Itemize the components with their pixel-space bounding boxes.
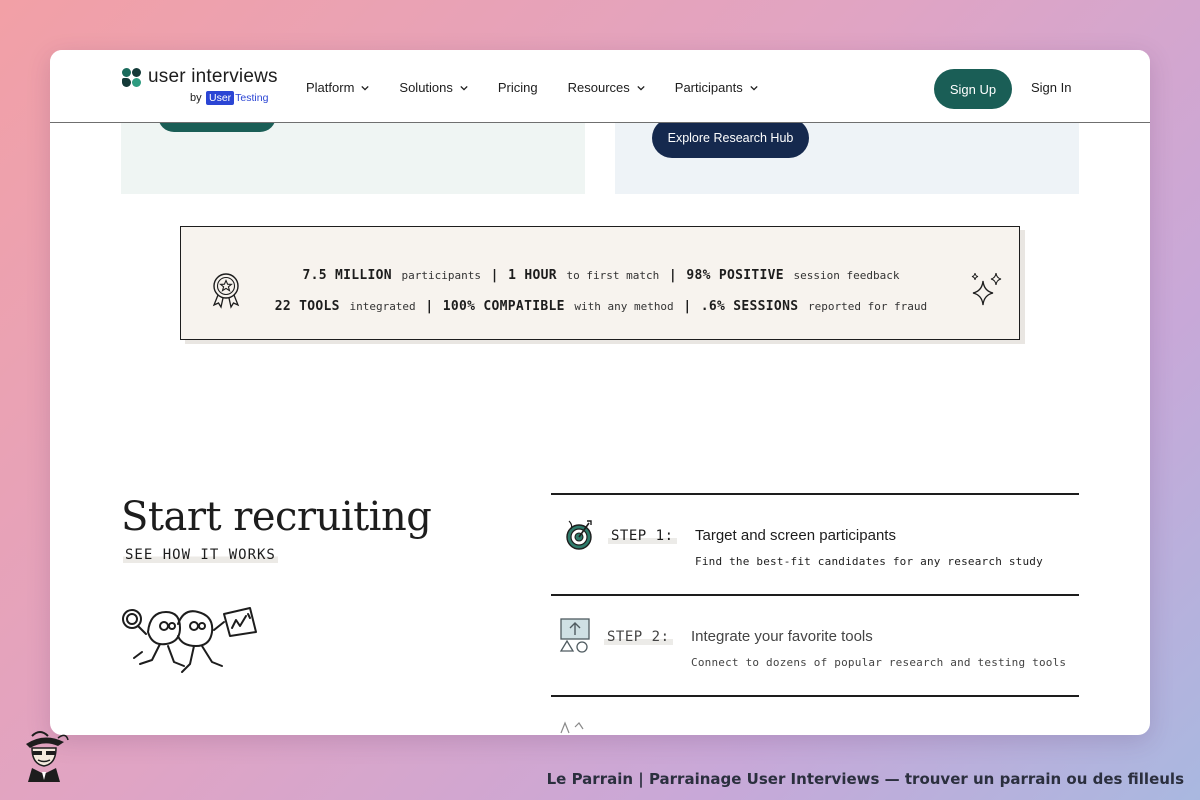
nav-item-resources[interactable]: Resources bbox=[568, 80, 645, 95]
stat-text: with any method bbox=[574, 300, 674, 313]
usertesting-user: User bbox=[206, 91, 235, 105]
nav-item-label: Resources bbox=[567, 80, 630, 95]
chevron-down-icon bbox=[750, 85, 758, 91]
divider bbox=[551, 695, 1079, 697]
stat-separator: | bbox=[668, 268, 677, 283]
step-description: Find the best-fit candidates for any res… bbox=[695, 555, 1043, 568]
browser-card: Explore Research Hub user interviews by … bbox=[50, 50, 1150, 735]
stat-value: 22 TOOLS bbox=[274, 299, 340, 314]
stat-text: integrated bbox=[349, 300, 416, 313]
stats-row-1: 7.5 MILLION participants | 1 HOUR to fir… bbox=[181, 264, 1021, 283]
stat-separator: | bbox=[683, 299, 692, 314]
logo-name: user interviews bbox=[148, 66, 278, 87]
stat-value: 98% POSITIVE bbox=[686, 268, 784, 283]
stats-row-2: 22 TOOLS integrated | 100% COMPATIBLE wi… bbox=[181, 295, 1021, 314]
stat-value: 7.5 MILLION bbox=[302, 268, 392, 283]
nav-item-label: Pricing bbox=[497, 80, 538, 95]
step-label: STEP 2: bbox=[604, 629, 673, 645]
stat-separator: | bbox=[490, 268, 499, 283]
divider bbox=[551, 493, 1079, 495]
stat-text: reported for fraud bbox=[807, 300, 928, 313]
nav-item-pricing[interactable]: Pricing bbox=[498, 80, 538, 95]
nav-item-solutions[interactable]: Solutions bbox=[399, 80, 468, 95]
logo-by: by bbox=[190, 92, 202, 104]
main-menu: Platform Solutions Pricing Resources Par… bbox=[306, 80, 788, 95]
sign-in-link[interactable]: Sign In bbox=[1031, 80, 1071, 95]
step-description: Connect to dozens of popular research an… bbox=[691, 656, 1067, 669]
stat-separator: | bbox=[425, 299, 434, 314]
divider bbox=[551, 594, 1079, 596]
stat-value: 1 HOUR bbox=[508, 268, 557, 283]
usertesting-logo: User Testing bbox=[206, 91, 268, 105]
step-title: Integrate your favorite tools bbox=[691, 628, 873, 645]
nav-item-platform[interactable]: Platform bbox=[306, 80, 370, 95]
stat-text: to first match bbox=[566, 269, 660, 282]
stat-value: .6% SESSIONS bbox=[700, 299, 799, 314]
step-title: Target and screen participants bbox=[695, 527, 896, 544]
logo-mark-icon bbox=[122, 68, 142, 88]
site-header: user interviews by User Testing Platform … bbox=[50, 50, 1150, 123]
mascot-logo-icon bbox=[26, 731, 69, 782]
characters-illustration bbox=[122, 607, 257, 673]
stats-banner: 7.5 MILLION participants | 1 HOUR to fir… bbox=[180, 226, 1020, 340]
nav-item-participants[interactable]: Participants bbox=[675, 80, 758, 95]
section-title: Start recruiting bbox=[121, 494, 432, 540]
section-subtitle: SEE HOW IT WORKS bbox=[123, 547, 278, 563]
stat-text: session feedback bbox=[793, 269, 900, 282]
nav-item-label: Participants bbox=[674, 80, 743, 95]
stat-value: 100% COMPATIBLE bbox=[442, 299, 565, 314]
nav-item-label: Platform bbox=[306, 80, 355, 95]
sparkle-icon bbox=[971, 272, 1002, 306]
chevron-down-icon bbox=[637, 85, 645, 91]
target-icon bbox=[566, 520, 592, 550]
sign-up-button[interactable]: Sign Up bbox=[934, 69, 1012, 109]
explore-research-hub-button[interactable]: Explore Research Hub bbox=[652, 118, 809, 158]
tools-icon bbox=[559, 618, 590, 653]
step-label: STEP 1: bbox=[608, 528, 677, 544]
chevron-down-icon bbox=[361, 85, 370, 91]
footer-caption: Le Parrain | Parrainage User Interviews … bbox=[546, 770, 1184, 788]
usertesting-testing: Testing bbox=[235, 92, 269, 104]
chevron-down-icon bbox=[460, 85, 468, 91]
stat-text: participants bbox=[401, 269, 482, 282]
nav-item-label: Solutions bbox=[399, 80, 453, 95]
step-3-icon-partial bbox=[560, 721, 584, 734]
